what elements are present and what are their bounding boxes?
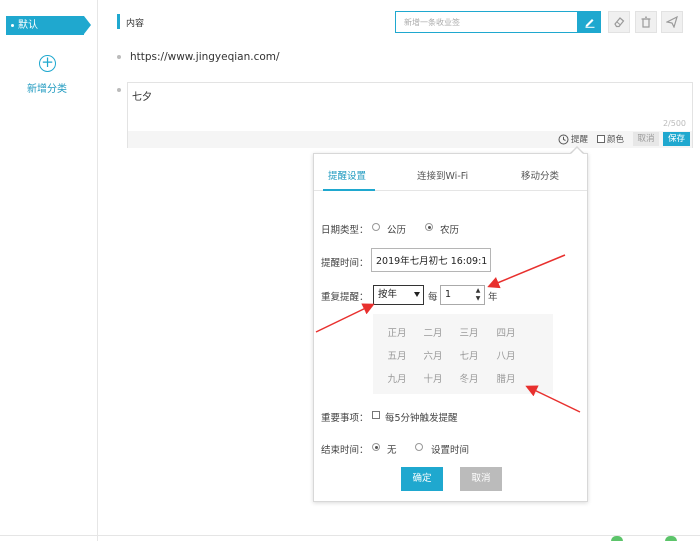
repeat-interval-value: 1 (445, 289, 452, 300)
end-time-label: 结束时间： (321, 445, 369, 456)
repeat-select-value: 按年 (378, 289, 398, 300)
unit-label: 年 (488, 292, 498, 303)
month-option[interactable]: 冬月 (451, 371, 487, 385)
note-cancel-button[interactable]: 取消 (633, 132, 659, 146)
add-category-link[interactable]: 新增分类 (27, 80, 67, 95)
sidebar-item-default[interactable]: 默认 (6, 16, 91, 35)
list-bullet (117, 88, 121, 92)
trash-icon (641, 16, 651, 28)
send-button[interactable] (661, 11, 683, 33)
radio-end-set-time-label[interactable]: 设置时间 (431, 442, 469, 456)
pencil-icon (585, 19, 594, 28)
status-indicator (665, 536, 677, 541)
page-title: 内容 (126, 19, 145, 29)
chevron-down-icon (414, 292, 420, 297)
char-counter: 2/500 (662, 119, 686, 128)
panel-caret-inner (571, 148, 583, 154)
tab-reminder-settings[interactable]: 提醒设置 (328, 168, 366, 182)
color-label: 颜色 (607, 135, 625, 145)
stepper-arrows-icon[interactable]: ▲ ▼ (473, 287, 483, 303)
radio-lunar-label[interactable]: 农历 (440, 222, 459, 236)
radio-lunar[interactable] (425, 223, 433, 231)
month-option[interactable]: 三月 (451, 325, 487, 339)
radio-solar-label[interactable]: 公历 (387, 222, 406, 236)
sidebar: 默认 + 新增分类 (0, 0, 98, 541)
tab-move-category[interactable]: 移动分类 (521, 168, 559, 182)
confirm-button[interactable]: 确定 (401, 467, 443, 491)
status-indicator (611, 536, 623, 541)
month-option[interactable]: 六月 (415, 348, 451, 362)
remind-time-label: 提醒时间： (321, 258, 369, 269)
note-text[interactable]: 七夕 (132, 88, 152, 103)
repeat-interval-stepper[interactable]: 1 ▲ ▼ (440, 285, 485, 305)
panel-tabs: 提醒设置 连接到Wi-Fi 移动分类 (314, 154, 587, 191)
date-type-label: 日期类型： (321, 225, 369, 236)
cancel-button[interactable]: 取消 (460, 467, 502, 491)
color-button[interactable]: 颜色 (597, 133, 624, 145)
remind-label: 提醒 (571, 135, 589, 145)
important-checkbox[interactable] (372, 411, 380, 419)
month-option[interactable]: 九月 (379, 371, 415, 385)
month-option[interactable]: 七月 (451, 348, 487, 362)
repeat-label: 重复提醒： (321, 292, 369, 303)
radio-end-none-label[interactable]: 无 (387, 442, 397, 456)
month-option[interactable]: 二月 (415, 325, 451, 339)
eraser-icon (614, 17, 625, 28)
clock-icon (558, 134, 569, 144)
month-option[interactable]: 腊月 (488, 371, 524, 385)
note-toolbar: 提醒 颜色 取消 保存 (128, 131, 692, 148)
radio-end-set-time[interactable] (415, 443, 423, 451)
remind-button[interactable]: 提醒 (558, 133, 588, 145)
note-url[interactable]: https://www.jingyeqian.com/ (130, 51, 280, 63)
color-swatch-icon (597, 135, 605, 143)
bottom-divider (0, 535, 700, 536)
note-save-button[interactable]: 保存 (663, 132, 690, 146)
every-label: 每 (428, 292, 438, 303)
send-icon (666, 16, 678, 28)
month-option[interactable]: 十月 (415, 371, 451, 385)
list-bullet (117, 55, 121, 59)
radio-end-none[interactable] (372, 443, 380, 451)
note-editor[interactable]: 七夕 2/500 提醒 颜色 取消 保存 (127, 82, 693, 148)
remind-time-input[interactable] (371, 248, 491, 272)
important-label: 重要事项： (321, 413, 369, 424)
plus-circle-icon[interactable]: + (39, 55, 56, 72)
edit-button[interactable] (578, 11, 601, 33)
bookmark-input[interactable] (395, 11, 578, 33)
delete-button[interactable] (635, 11, 657, 33)
month-option[interactable]: 四月 (488, 325, 524, 339)
tab-connect-wifi[interactable]: 连接到Wi-Fi (417, 168, 468, 182)
important-checkbox-label[interactable]: 每5分钟触发提醒 (385, 410, 458, 424)
radio-solar[interactable] (372, 223, 380, 231)
month-option[interactable]: 八月 (488, 348, 524, 362)
repeat-select[interactable]: 按年 (373, 285, 424, 305)
active-tab-indicator (323, 189, 375, 191)
title-accent-bar (117, 14, 120, 29)
clear-button[interactable] (608, 11, 630, 33)
month-option[interactable]: 正月 (379, 325, 415, 339)
month-option[interactable]: 五月 (379, 348, 415, 362)
